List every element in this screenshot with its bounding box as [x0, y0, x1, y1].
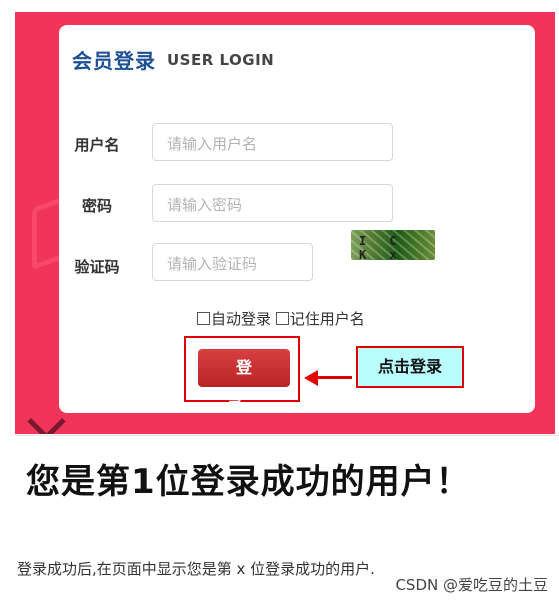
captcha-text: I C K x	[359, 234, 405, 260]
csdn-watermark: CSDN @爱吃豆的土豆	[395, 576, 548, 594]
captcha-input[interactable]: 请输入验证码	[152, 243, 313, 281]
login-title: 会员登录	[72, 49, 156, 73]
arrow-left-icon	[304, 370, 318, 386]
password-input[interactable]: 请输入密码	[152, 184, 393, 222]
username-input[interactable]: 请输入用户名	[152, 123, 393, 161]
password-label: 密码	[81, 197, 112, 215]
login-title-english: USER LOGIN	[167, 51, 275, 69]
login-options: 自动登录 记住用户名	[197, 308, 365, 329]
success-headline: 您是第1位登录成功的用户！	[26, 462, 471, 502]
success-description: 登录成功后,在页面中显示您是第 x 位登录成功的用户.	[17, 560, 375, 578]
section-divider	[15, 435, 559, 436]
username-label: 用户名	[74, 136, 120, 154]
auto-login-label[interactable]: 自动登录	[211, 310, 271, 328]
login-button[interactable]: 登 录	[198, 349, 290, 415]
remember-username-label[interactable]: 记住用户名	[290, 310, 365, 328]
captcha-image[interactable]: I C K x	[351, 230, 435, 260]
auto-login-checkbox[interactable]	[197, 312, 210, 325]
captcha-label: 验证码	[74, 258, 120, 276]
click-login-callout: 点击登录	[356, 346, 464, 388]
remember-username-checkbox[interactable]	[275, 312, 289, 325]
